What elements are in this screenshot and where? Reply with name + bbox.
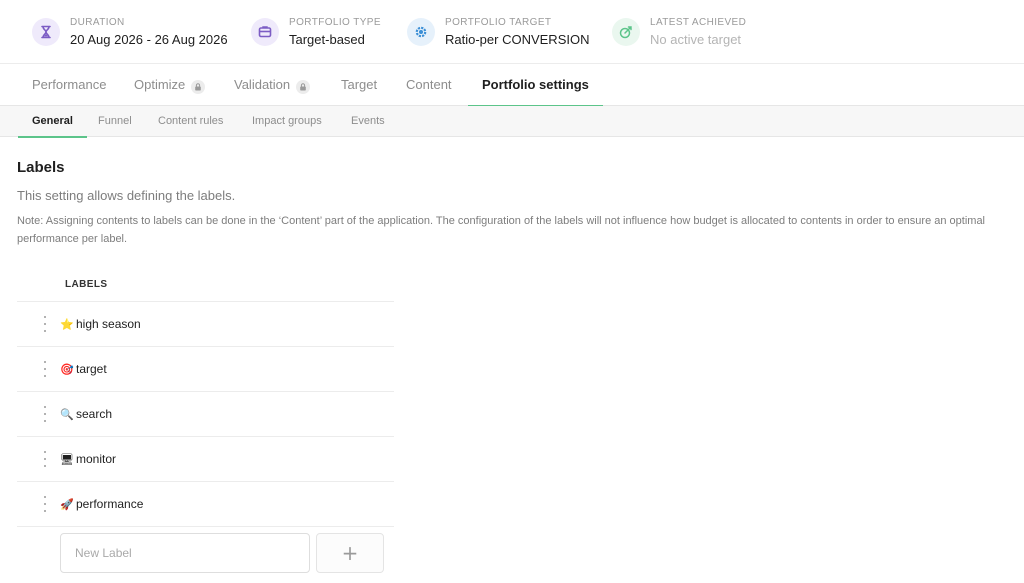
tab-label: Target — [341, 77, 378, 92]
drag-handle-icon[interactable] — [42, 496, 48, 512]
subtab-impact-groups[interactable]: Impact groups — [252, 106, 322, 137]
subtab-label: Funnel — [98, 115, 132, 127]
monitor-icon: 🖥 — [60, 454, 74, 466]
stat-label: LATEST ACHIEVED — [650, 17, 747, 28]
target-arrow-icon — [612, 18, 640, 46]
stat-label: DURATION — [70, 17, 125, 28]
main-tabs: Performance Optimize Validation Target C… — [0, 64, 1024, 107]
label-name: monitor — [76, 452, 117, 466]
tab-optimize[interactable]: Optimize — [134, 64, 206, 106]
drag-handle-icon[interactable] — [42, 406, 48, 422]
subtab-label: Events — [351, 115, 385, 127]
label-row-high-season: ⭐ high season — [17, 302, 394, 347]
label-name: performance — [76, 497, 144, 511]
label-row-search: 🔍 search — [17, 392, 394, 437]
stat-value: Target-based — [289, 32, 365, 47]
tab-content[interactable]: Content — [406, 64, 452, 106]
label-row-target: 🎯 target — [17, 347, 394, 392]
subtab-label: Content rules — [158, 115, 224, 127]
tab-target[interactable]: Target — [341, 64, 377, 106]
labels-column-header: LABELS — [17, 267, 394, 302]
tab-label: Optimize — [134, 77, 186, 92]
subtab-funnel[interactable]: Funnel — [98, 106, 132, 137]
label-row-performance: 🚀 performance — [17, 482, 394, 527]
tab-portfolio-settings[interactable]: Portfolio settings — [468, 64, 603, 107]
drag-handle-icon[interactable] — [42, 316, 48, 332]
stat-label: PORTFOLIO TARGET — [445, 17, 552, 28]
lock-icon — [296, 80, 311, 94]
stat-value: No active target — [650, 32, 742, 47]
tab-label: Content — [406, 77, 452, 92]
subtab-label: General — [32, 115, 73, 127]
dart-target-icon: 🎯 — [60, 364, 74, 376]
section-description: This setting allows defining the labels. — [17, 188, 236, 203]
magnifier-icon: 🔍 — [60, 409, 74, 421]
subtab-label: Impact groups — [252, 115, 322, 127]
drag-handle-icon[interactable] — [42, 451, 48, 467]
tab-validation[interactable]: Validation — [234, 64, 311, 106]
stat-label: PORTFOLIO TYPE — [289, 17, 381, 28]
add-label-button[interactable]: + — [316, 533, 384, 573]
portfolio-icon — [251, 18, 279, 46]
label-name: search — [76, 407, 113, 421]
sub-tabs: General Funnel Content rules Impact grou… — [0, 106, 1024, 138]
stat-value: 20 Aug 2026 - 26 Aug 2026 — [70, 32, 228, 47]
tab-label: Performance — [32, 77, 107, 92]
tab-performance[interactable]: Performance — [32, 64, 106, 106]
label-name: target — [76, 362, 107, 376]
tab-label: Validation — [234, 77, 291, 92]
gear-icon — [407, 18, 435, 46]
subtab-events[interactable]: Events — [351, 106, 385, 137]
label-row-monitor: 🖥 monitor — [17, 437, 394, 482]
rocket-icon: 🚀 — [60, 499, 74, 511]
labels-table: LABELS ⭐ high season 🎯 target 🔍 search 🖥 mon… — [17, 267, 394, 527]
lock-icon — [191, 80, 206, 94]
drag-handle-icon[interactable] — [42, 361, 48, 377]
label-name: high season — [76, 317, 141, 331]
hourglass-icon — [32, 18, 60, 46]
tab-label: Portfolio settings — [482, 77, 589, 92]
subtab-general[interactable]: General — [18, 106, 87, 138]
stat-value: Ratio-per CONVERSION — [445, 32, 590, 47]
section-title: Labels — [17, 159, 65, 176]
star-icon: ⭐ — [60, 319, 74, 331]
section-note: Note: Assigning contents to labels can b… — [17, 215, 986, 245]
portfolio-summary-bar: DURATION 20 Aug 2026 - 26 Aug 2026 PORTF… — [0, 0, 1024, 64]
subtab-content-rules[interactable]: Content rules — [158, 106, 223, 137]
new-label-input[interactable] — [60, 533, 310, 573]
